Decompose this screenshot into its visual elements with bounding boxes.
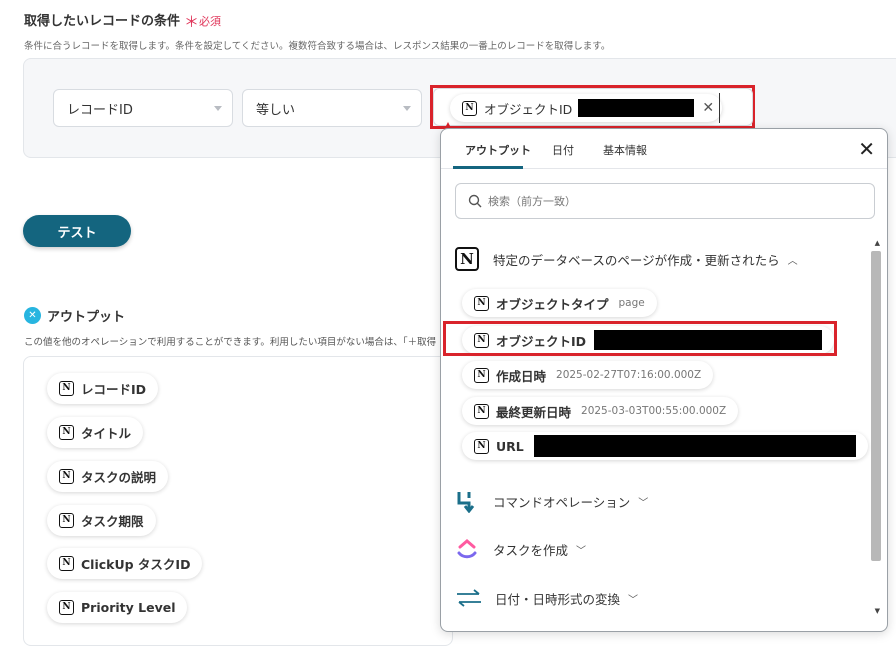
operator-select-value: 等しい	[256, 102, 296, 118]
output-item[interactable]: N タイトル	[47, 417, 144, 448]
yoom-icon: ✕	[24, 307, 41, 324]
notion-icon: N	[59, 381, 74, 396]
tab-output[interactable]: アウトプット	[465, 142, 531, 158]
search-icon	[468, 194, 482, 208]
active-tab-indicator	[453, 166, 523, 169]
output-description: この値を他のオペレーションで利用することができます。利用したい項目がない場合は、…	[24, 337, 437, 348]
clickup-icon	[457, 539, 477, 559]
notion-icon: N	[59, 600, 74, 615]
remove-chip-icon[interactable]: ✕	[702, 100, 714, 116]
notion-icon: N	[59, 425, 74, 440]
output-option[interactable]: N オブジェクトタイプ page	[462, 289, 657, 317]
output-picker-popup: アウトプット 日付 基本情報 ✕ 検索（前方一致） N 特定のデータベースのペー…	[440, 128, 888, 632]
field-select-value: レコードID	[67, 102, 133, 118]
scroll-up-icon[interactable]: ▲	[875, 239, 880, 247]
operator-select[interactable]: 等しい	[242, 89, 422, 127]
notion-icon: N	[474, 403, 489, 419]
search-placeholder: 検索（前方一致）	[488, 195, 576, 208]
value-chip[interactable]: N オブジェクトID ✕	[450, 94, 723, 122]
notion-icon: N	[474, 438, 489, 454]
redacted-value	[533, 435, 856, 457]
test-button[interactable]: テスト	[23, 215, 131, 247]
search-input[interactable]: 検索（前方一致）	[455, 183, 875, 219]
tab-basic-info[interactable]: 基本情報	[603, 142, 647, 158]
output-option[interactable]: N 作成日時 2025-02-27T07:16:00.000Z	[462, 361, 714, 389]
field-select[interactable]: レコードID	[53, 89, 233, 127]
notion-icon: N	[59, 513, 74, 528]
output-item[interactable]: N ClickUp タスクID	[47, 548, 203, 579]
output-item[interactable]: N タスクの説明	[47, 461, 169, 492]
chevron-down-icon: ﹀	[638, 497, 649, 509]
chevron-down-icon: ﹀	[576, 545, 587, 557]
output-item[interactable]: N Priority Level	[47, 592, 188, 623]
condition-section-title: 取得したいレコードの条件 ＊必須	[24, 13, 222, 31]
group-date-convert[interactable]: 日付・日時形式の変換 ﹀	[455, 586, 638, 610]
group-trigger-header[interactable]: N 特定のデータベースのページが作成・更新されたら ︿	[455, 247, 798, 271]
scrollbar-thumb[interactable]	[871, 251, 881, 561]
popup-tabs: アウトプット 日付 基本情報 ✕	[441, 129, 887, 169]
output-option[interactable]: N 最終更新日時 2025-03-03T00:55:00.000Z	[462, 397, 739, 425]
notion-icon: N	[455, 247, 479, 271]
chevron-down-icon	[214, 106, 222, 111]
command-icon	[457, 492, 475, 513]
group-create-task[interactable]: タスクを作成 ﹀	[455, 537, 586, 561]
convert-arrows-icon	[457, 589, 481, 607]
required-badge: ＊必須	[184, 13, 222, 31]
output-option[interactable]: N URL	[462, 432, 868, 460]
notion-icon: N	[474, 295, 489, 311]
condition-description: 条件に合うレコードを取得します。条件を設定してください。複数符合致する場合は、レ…	[24, 41, 611, 52]
notion-icon: N	[462, 100, 477, 116]
output-title: ✕ アウトプット	[24, 306, 125, 325]
redacted-value	[578, 99, 695, 117]
notion-icon: N	[59, 469, 74, 484]
text-cursor	[719, 93, 720, 123]
notion-icon: N	[474, 367, 489, 383]
chevron-down-icon	[403, 106, 411, 111]
tab-date[interactable]: 日付	[552, 142, 574, 158]
scroll-down-icon[interactable]: ▼	[875, 607, 880, 615]
option-highlight	[443, 321, 837, 356]
output-item[interactable]: N タスク期限	[47, 505, 156, 536]
close-icon[interactable]: ✕	[858, 139, 875, 159]
chevron-up-icon: ︿	[787, 255, 798, 267]
group-command-operation[interactable]: コマンドオペレーション ﹀	[455, 489, 648, 513]
notion-icon: N	[59, 556, 74, 571]
output-item[interactable]: N レコードID	[47, 373, 159, 404]
chevron-down-icon: ﹀	[628, 594, 639, 606]
